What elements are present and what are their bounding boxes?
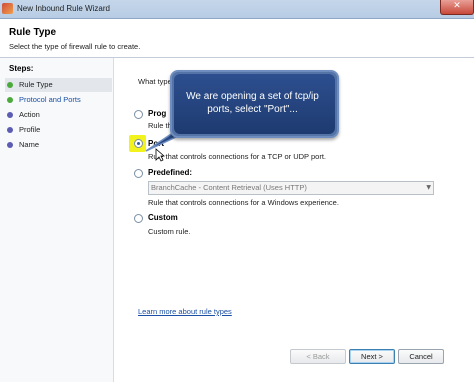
step-bullet-icon <box>7 97 13 103</box>
steps-title: Steps: <box>9 64 34 73</box>
step-profile: Profile <box>5 123 112 137</box>
page-title: Rule Type <box>9 27 57 38</box>
step-bullet-icon <box>7 142 13 148</box>
port-radio[interactable] <box>134 139 143 148</box>
step-rule-type: Rule Type <box>5 78 112 92</box>
predefined-option-label[interactable]: Predefined: <box>148 168 192 177</box>
custom-option-label[interactable]: Custom <box>148 213 178 222</box>
learn-more-link[interactable]: Learn more about rule types <box>138 307 232 316</box>
predefined-select[interactable]: BranchCache - Content Retrieval (Uses HT… <box>148 181 434 195</box>
step-label[interactable]: Protocol and Ports <box>19 93 81 107</box>
firewall-app-icon <box>2 3 13 14</box>
step-protocol-and-ports[interactable]: Protocol and Ports <box>5 93 112 107</box>
program-option-label[interactable]: Prog <box>148 109 166 118</box>
back-button[interactable]: < Back <box>290 349 346 364</box>
next-button[interactable]: Next > <box>349 349 395 364</box>
step-bullet-icon <box>7 112 13 118</box>
page-description: Select the type of firewall rule to crea… <box>9 42 141 51</box>
step-bullet-icon <box>7 82 13 88</box>
program-radio[interactable] <box>134 110 143 119</box>
steps-sidebar: Steps: Rule Type Protocol and Ports Acti… <box>0 58 114 382</box>
cancel-button[interactable]: Cancel <box>398 349 444 364</box>
predefined-select-value: BranchCache - Content Retrieval (Uses HT… <box>151 183 307 192</box>
step-bullet-icon <box>7 127 13 133</box>
tutorial-callout: We are opening a set of tcp/ip ports, se… <box>170 70 339 138</box>
step-label: Name <box>19 140 40 149</box>
mouse-cursor-icon <box>155 148 165 162</box>
title-bar: New Inbound Rule Wizard ✕ <box>0 0 474 19</box>
step-name: Name <box>5 138 112 152</box>
callout-text: We are opening a set of tcp/ip ports, se… <box>186 91 319 115</box>
custom-radio[interactable] <box>134 214 143 223</box>
rule-type-question: What type <box>138 77 172 86</box>
step-action: Action <box>5 108 112 122</box>
program-option-desc: Rule th <box>148 121 172 130</box>
wizard-header: Rule Type Select the type of firewall ru… <box>0 19 474 58</box>
predefined-radio[interactable] <box>134 169 143 178</box>
custom-option-desc: Custom rule. <box>148 227 191 236</box>
window-title: New Inbound Rule Wizard <box>17 4 110 13</box>
predefined-option-desc: Rule that controls connections for a Win… <box>148 198 339 207</box>
close-button[interactable]: ✕ <box>440 0 474 15</box>
port-option-desc: Rule that controls connections for a TCP… <box>148 152 327 161</box>
step-label: Rule Type <box>19 80 53 89</box>
step-label: Action <box>19 110 40 119</box>
port-option-label[interactable]: Port <box>148 139 164 148</box>
step-label: Profile <box>19 125 41 134</box>
chevron-down-icon: ▼ <box>426 184 431 191</box>
